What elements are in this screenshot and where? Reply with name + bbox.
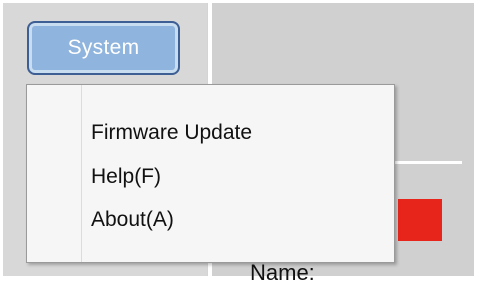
menu-item-firmware-update[interactable]: Firmware Update	[91, 120, 252, 146]
menu-icon-gutter	[81, 85, 82, 262]
menu-item-about[interactable]: About(A)	[91, 207, 174, 233]
system-dropdown-menu: Firmware Update Help(F) About(A)	[26, 84, 395, 263]
red-status-indicator	[398, 199, 442, 241]
system-button-label: System	[67, 36, 140, 59]
menu-item-help[interactable]: Help(F)	[91, 164, 161, 190]
system-menu-button[interactable]: System	[27, 21, 180, 75]
name-field-label: Name:	[250, 260, 315, 285]
